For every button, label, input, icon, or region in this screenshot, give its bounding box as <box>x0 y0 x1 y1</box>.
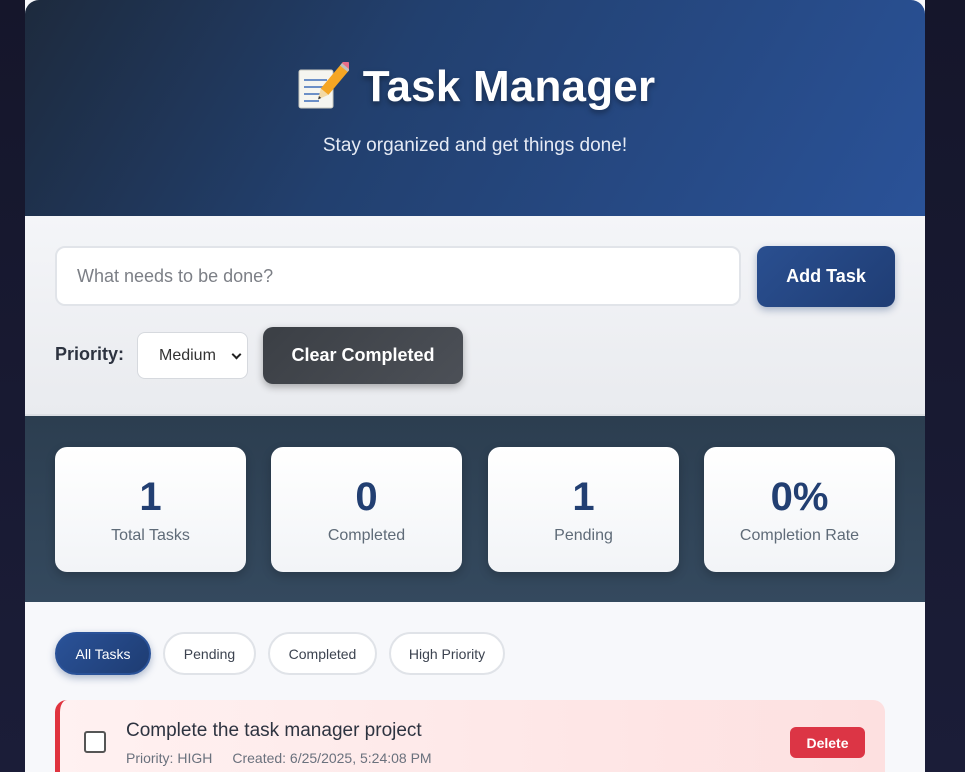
filter-completed-button[interactable]: Completed <box>268 632 377 675</box>
priority-select[interactable]: Medium <box>137 332 248 379</box>
stat-value: 1 <box>139 475 162 519</box>
task-meta: Priority: HIGH Created: 6/25/2025, 5:24:… <box>126 750 432 766</box>
stat-label: Completed <box>327 527 406 544</box>
chevron-down-icon <box>231 349 242 360</box>
task-manager-app: Task Manager Stay organized and get thin… <box>25 0 925 772</box>
filter-pending-button[interactable]: Pending <box>163 632 256 675</box>
task-priority: Priority: HIGH <box>126 750 213 766</box>
stat-label: Pending <box>554 527 613 544</box>
delete-task-button[interactable]: Delete <box>790 727 865 758</box>
stat-value: 1 <box>572 475 595 519</box>
page-subtitle: Stay organized and get things done! <box>322 135 628 156</box>
stat-card-completion-rate: 0% Completion Rate <box>704 447 895 572</box>
task-title: Complete the task manager project <box>126 720 422 741</box>
task-item: Complete the task manager project Priori… <box>55 700 885 772</box>
stat-label: Completion Rate <box>739 527 860 544</box>
app-header: Task Manager Stay organized and get thin… <box>25 0 925 216</box>
stat-value: 0% <box>770 475 829 519</box>
task-input[interactable] <box>55 246 741 306</box>
page-title: Task Manager <box>25 59 925 112</box>
priority-select-value: Medium <box>159 346 216 364</box>
task-created-date: Created: 6/25/2025, 5:24:08 PM <box>232 750 432 766</box>
task-list-section: All Tasks Pending Completed High Priorit… <box>25 602 925 772</box>
add-task-button[interactable]: Add Task <box>757 246 895 307</box>
task-complete-checkbox[interactable] <box>84 731 106 753</box>
stat-card-pending: 1 Pending <box>488 447 679 572</box>
memo-pencil-icon <box>295 59 353 112</box>
task-input-section: Add Task Priority: Medium Clear Complete… <box>25 216 925 416</box>
stat-value: 0 <box>355 475 378 519</box>
filter-high-priority-button[interactable]: High Priority <box>389 632 505 675</box>
filter-all-tasks-button[interactable]: All Tasks <box>55 632 151 675</box>
stat-card-total: 1 Total Tasks <box>55 447 246 572</box>
stat-label: Total Tasks <box>111 527 190 544</box>
clear-completed-button[interactable]: Clear Completed <box>263 327 463 384</box>
stats-section: 1 Total Tasks 0 Completed 1 Pending 0% C… <box>25 416 925 602</box>
stat-card-completed: 0 Completed <box>271 447 462 572</box>
title-text: Task Manager <box>362 62 656 111</box>
priority-label: Priority: <box>55 344 125 364</box>
